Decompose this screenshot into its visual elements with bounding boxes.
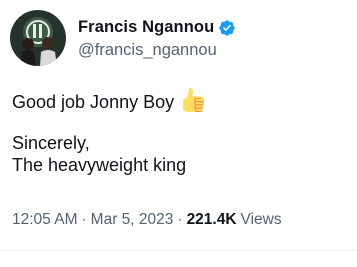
tweet-time[interactable]: 12:05 AM: [12, 211, 78, 228]
handle[interactable]: @francis_ngannou: [78, 41, 236, 60]
tweet-line-2: Sincerely,: [12, 133, 90, 153]
tweet-header: Francis Ngannou @francis_ngannou: [10, 10, 236, 66]
tweet-line-3: The heavyweight king: [12, 155, 187, 175]
name-row: Francis Ngannou: [78, 17, 236, 39]
meta-separator: ·: [81, 211, 87, 228]
thumbs-up-icon: [181, 88, 205, 113]
tweet-meta: 12:05 AM · Mar 5, 2023 · 221.4K Views: [12, 211, 282, 229]
meta-separator: ·: [177, 211, 183, 228]
divider: [0, 250, 357, 251]
tweet-text: Good job Jonny Boy Sincerely, The heavyw…: [12, 88, 205, 176]
avatar-image: [10, 10, 66, 66]
tweet-card: Francis Ngannou @francis_ngannou Good jo…: [0, 0, 357, 267]
avatar[interactable]: [10, 10, 66, 66]
author-names: Francis Ngannou @francis_ngannou: [78, 17, 236, 60]
verified-badge-icon[interactable]: [218, 19, 236, 37]
display-name[interactable]: Francis Ngannou: [78, 18, 214, 37]
tweet-line-1: Good job Jonny Boy: [12, 88, 205, 113]
tweet-line-1-text: Good job Jonny Boy: [12, 92, 175, 112]
tweet-spacer: [12, 110, 205, 132]
views-label: Views: [240, 211, 282, 228]
views-count[interactable]: 221.4K: [187, 211, 237, 228]
tweet-date[interactable]: Mar 5, 2023: [91, 211, 174, 228]
